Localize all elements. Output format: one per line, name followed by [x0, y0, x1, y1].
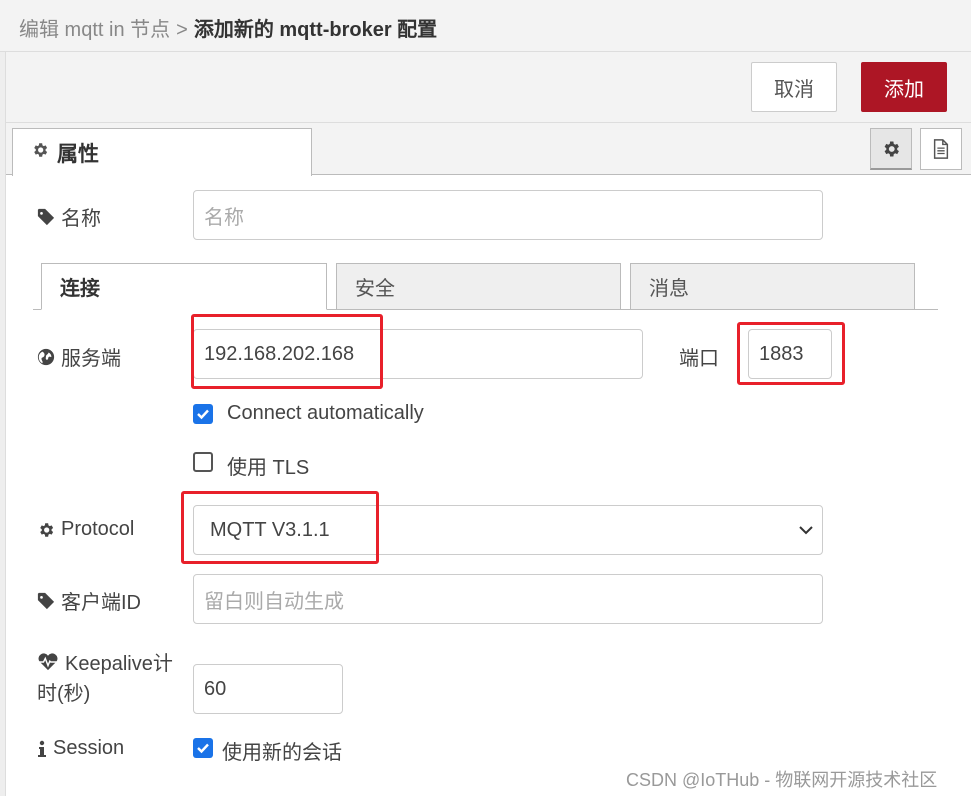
- session-checkbox-label: 使用新的会话: [222, 742, 342, 764]
- breadcrumb-parent[interactable]: 编辑 mqtt in 节点: [19, 19, 170, 41]
- keepalive-label-line1: Keepalive计: [65, 653, 173, 675]
- protocol-label: Protocol: [37, 518, 134, 541]
- session-label-text: Session: [53, 737, 125, 759]
- breadcrumb-current: 添加新的 mqtt-broker 配置: [193, 19, 438, 41]
- server-label: 服务端: [37, 342, 121, 371]
- highlight-port-box: [737, 322, 845, 385]
- info-icon: [38, 740, 46, 757]
- tab-bar: 属性: [6, 123, 971, 176]
- chevron-down-icon: [799, 526, 813, 535]
- highlight-server-box: [191, 314, 383, 389]
- tab-properties[interactable]: 属性: [12, 128, 312, 176]
- heartbeat-icon: [38, 652, 58, 670]
- subtab-security[interactable]: 安全: [336, 263, 621, 310]
- name-label-text: 名称: [61, 208, 101, 230]
- server-label-text: 服务端: [61, 348, 121, 370]
- client-id-input[interactable]: 留白则自动生成: [193, 574, 823, 624]
- watermark: CSDN @IoTHub - 物联网开源技术社区: [626, 770, 938, 790]
- keepalive-label-line2: 时(秒): [37, 683, 91, 705]
- session-checkbox[interactable]: [193, 738, 213, 758]
- description-tab-button[interactable]: [920, 128, 962, 170]
- keepalive-label: Keepalive计: [37, 647, 173, 676]
- session-label: Session: [37, 737, 124, 760]
- checkmark-icon: [197, 409, 209, 420]
- add-button[interactable]: 添加: [861, 62, 947, 112]
- tab-properties-label: 属性: [57, 142, 99, 166]
- subtab-connection[interactable]: 连接: [41, 263, 327, 310]
- subtab-messages[interactable]: 消息: [630, 263, 915, 310]
- client-id-label: 客户端ID: [37, 586, 141, 615]
- use-tls-label: 使用 TLS: [227, 457, 310, 479]
- port-label: 端口: [679, 348, 719, 370]
- client-id-label-text: 客户端ID: [61, 592, 141, 614]
- use-tls-checkbox[interactable]: [193, 452, 213, 472]
- highlight-protocol-box: [181, 491, 379, 564]
- connect-auto-checkbox[interactable]: [193, 404, 213, 424]
- name-input[interactable]: 名称: [193, 190, 823, 240]
- name-label: 名称: [37, 202, 101, 231]
- breadcrumb: 编辑 mqtt in 节点 > 添加新的 mqtt-broker 配置: [19, 13, 437, 42]
- connect-auto-label: Connect automatically: [227, 402, 424, 424]
- globe-icon: [37, 348, 55, 365]
- breadcrumb-separator: >: [176, 19, 188, 41]
- tag-icon: [37, 592, 55, 609]
- gear-icon: [40, 522, 54, 537]
- dialog-header: 编辑 mqtt in 节点 > 添加新的 mqtt-broker 配置: [0, 0, 971, 52]
- gear-icon: [884, 141, 899, 156]
- dialog-toolbar: 取消 添加: [6, 52, 971, 123]
- tag-icon: [37, 208, 55, 225]
- settings-tab-button[interactable]: [870, 128, 912, 170]
- cancel-button[interactable]: 取消: [751, 62, 837, 112]
- protocol-label-text: Protocol: [61, 518, 135, 540]
- keepalive-input[interactable]: 60: [193, 664, 343, 714]
- gear-icon: [31, 141, 49, 165]
- document-icon: [933, 139, 949, 159]
- checkmark-icon: [197, 743, 209, 754]
